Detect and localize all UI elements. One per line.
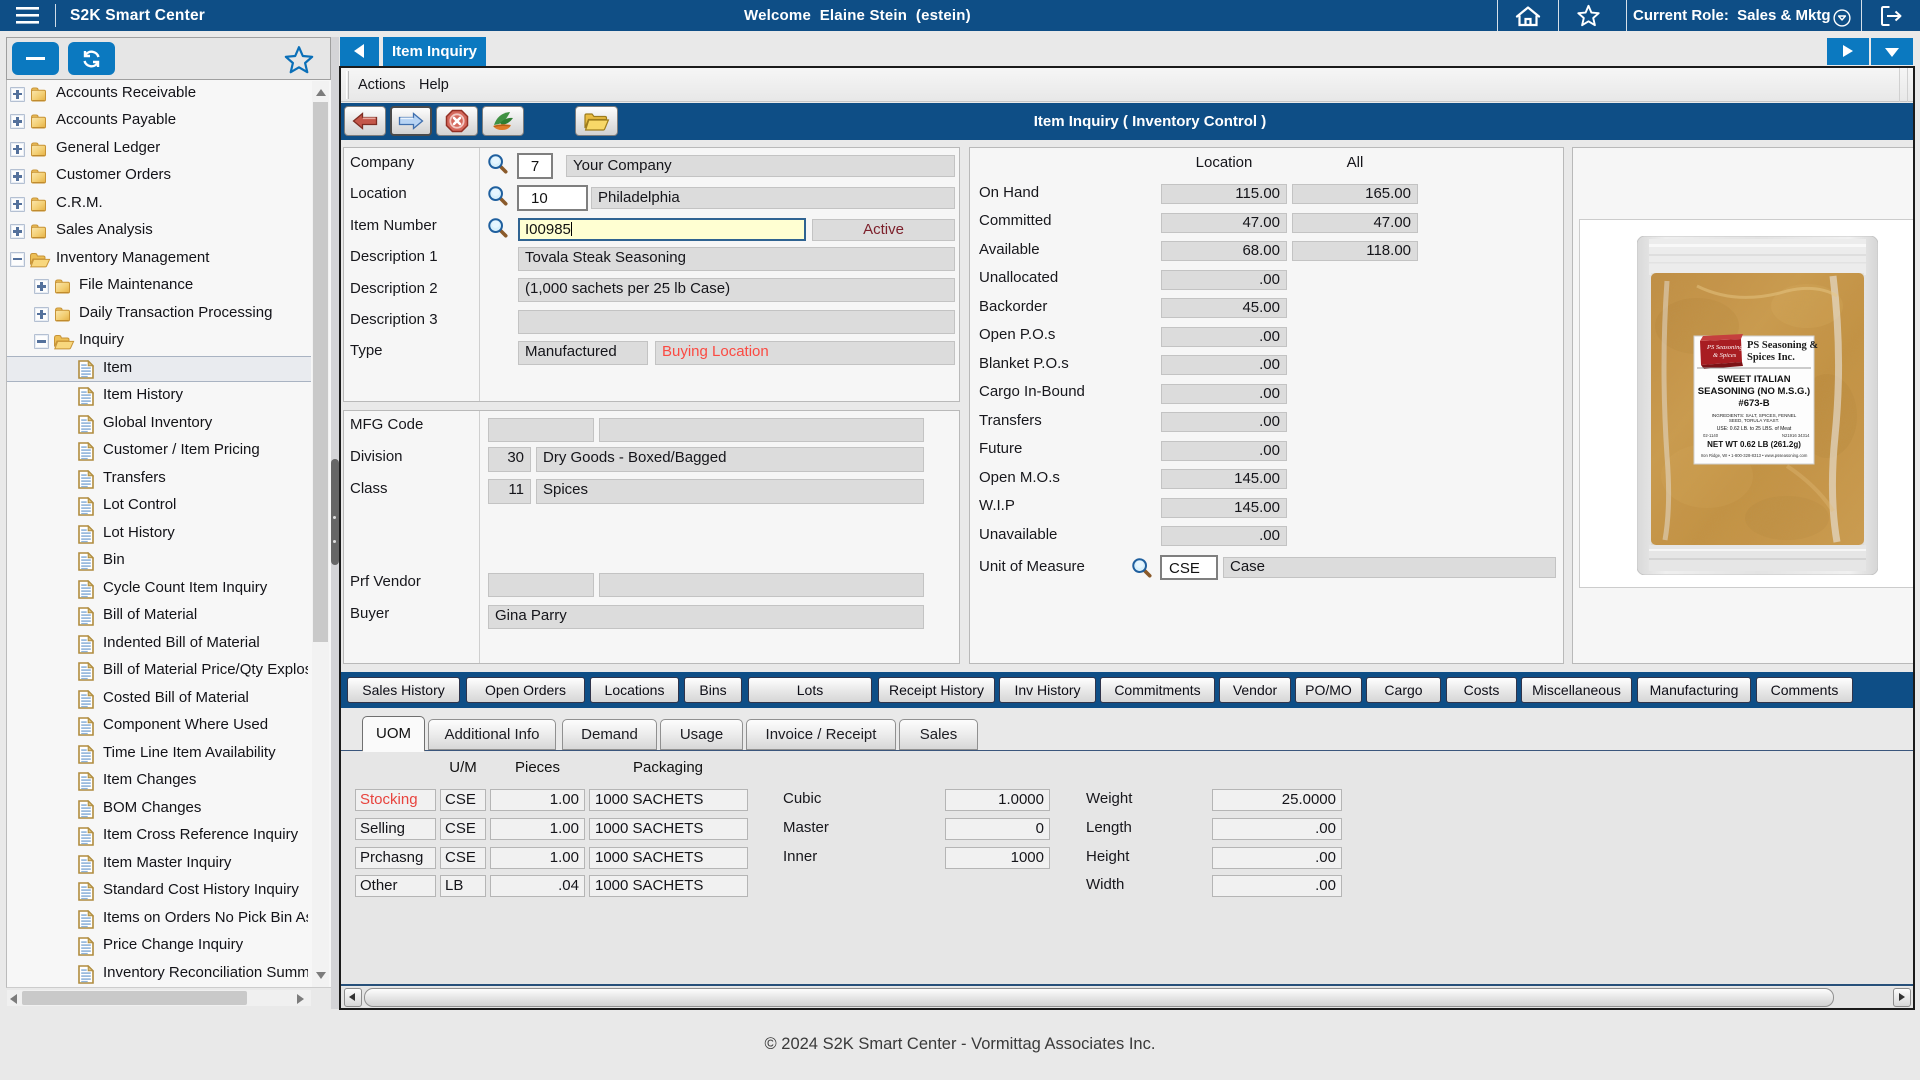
svg-text:02-1140: 02-1140 [1703,433,1719,438]
svg-text:SEED, TORULA YEAST.: SEED, TORULA YEAST. [1729,418,1779,423]
svg-text:SEASONING (NO M.S.G.): SEASONING (NO M.S.G.) [1698,386,1810,397]
svg-text:N21916 34314: N21916 34314 [1782,433,1810,438]
svg-text:#673-B: #673-B [1738,398,1769,409]
svg-text:Spices Inc.: Spices Inc. [1747,352,1795,363]
svg-text:& Spices: & Spices [1713,352,1737,359]
svg-text:PS Seasoning: PS Seasoning [1706,344,1743,351]
svg-text:SWEET ITALIAN: SWEET ITALIAN [1717,374,1790,385]
svg-text:Iron Ridge, WI • 1-800-328-831: Iron Ridge, WI • 1-800-328-8313 • www.ps… [1701,453,1808,458]
svg-text:USE: 0.62 LB. to 25 LBS. of Me: USE: 0.62 LB. to 25 LBS. of Meat [1717,426,1792,432]
svg-text:NET WT 0.62 LB (261.2g): NET WT 0.62 LB (261.2g) [1707,440,1801,449]
svg-text:PS Seasoning &: PS Seasoning & [1747,340,1818,351]
